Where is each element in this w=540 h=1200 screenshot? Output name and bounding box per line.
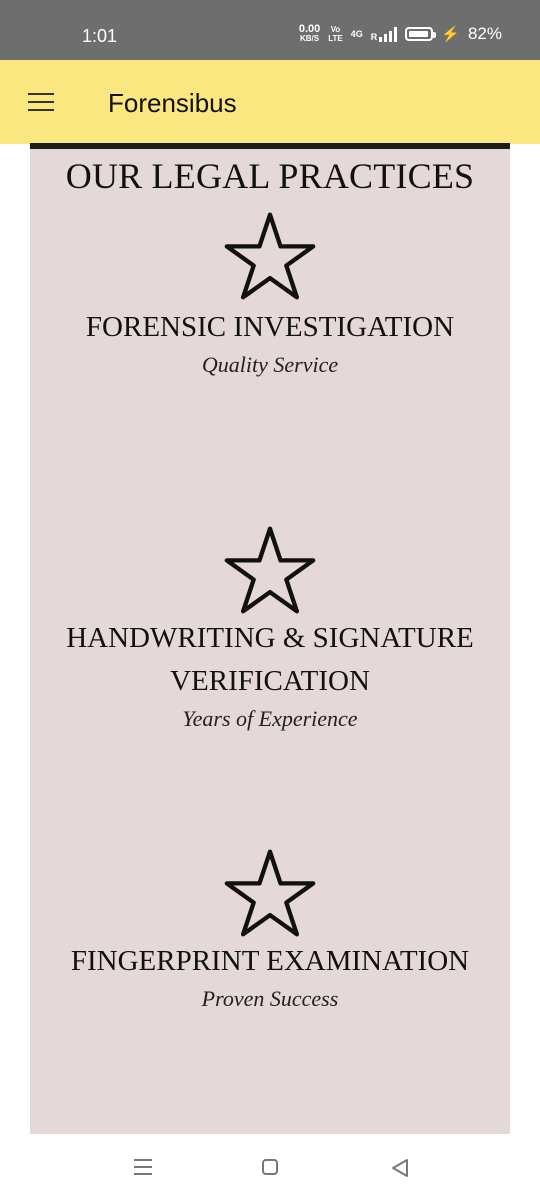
- system-nav-bar: [0, 1134, 540, 1200]
- app-title: Forensibus: [108, 88, 237, 118]
- status-bar: 1:01 0.00 KB/S Vo LTE 4G R ⚡ 82%: [0, 0, 540, 60]
- home-icon[interactable]: [262, 1159, 278, 1175]
- volte-icon: Vo LTE: [328, 25, 343, 43]
- status-time: 1:01: [82, 26, 118, 46]
- header-image-strip: [30, 143, 510, 149]
- charging-icon: ⚡: [441, 26, 460, 43]
- network-type: 4G: [350, 29, 363, 39]
- star-outline-icon: [224, 526, 316, 614]
- signal-label: R: [370, 32, 378, 42]
- recents-icon[interactable]: [134, 1159, 152, 1180]
- volte-bottom-label: LTE: [328, 34, 343, 43]
- status-icons: 0.00 KB/S Vo LTE 4G R ⚡ 82%: [299, 24, 502, 44]
- practice-forensic-investigation: FORENSIC INVESTIGATION Quality Service: [30, 209, 510, 378]
- star-outline-icon: [224, 849, 316, 937]
- battery-percent: 82%: [467, 24, 502, 43]
- practice-fingerprint-examination: FINGERPRINT EXAMINATION Proven Success: [30, 846, 510, 1012]
- practice-name: FORENSIC INVESTIGATION: [85, 311, 455, 343]
- practice-subtitle: Proven Success: [201, 986, 339, 1011]
- network-speed-unit: KB/S: [299, 34, 320, 43]
- network-speed-value: 0.00: [298, 23, 321, 35]
- practice-handwriting-signature: HANDWRITING & SIGNATURE VERIFICATION Yea…: [30, 523, 510, 732]
- practice-name: FINGERPRINT EXAMINATION: [70, 945, 470, 977]
- practice-name: HANDWRITING & SIGNATURE: [66, 622, 474, 654]
- practice-subtitle: Quality Service: [201, 352, 339, 377]
- app-bar: Forensibus: [0, 60, 540, 144]
- volte-top-label: Vo: [330, 25, 341, 34]
- back-icon[interactable]: [390, 1158, 410, 1178]
- network-speed: 0.00 KB/S: [299, 24, 320, 44]
- signal-icon: R: [371, 26, 398, 42]
- legal-practices-section: OUR LEGAL PRACTICES FORENSIC INVESTIGATI…: [30, 143, 510, 1134]
- practice-subtitle: Years of Experience: [182, 706, 358, 731]
- hamburger-menu-icon[interactable]: [28, 93, 54, 111]
- battery-icon: [405, 27, 437, 41]
- star-outline-icon: [224, 212, 316, 300]
- practice-name-line2: VERIFICATION: [170, 665, 370, 697]
- section-title: OUR LEGAL PRACTICES: [65, 156, 475, 196]
